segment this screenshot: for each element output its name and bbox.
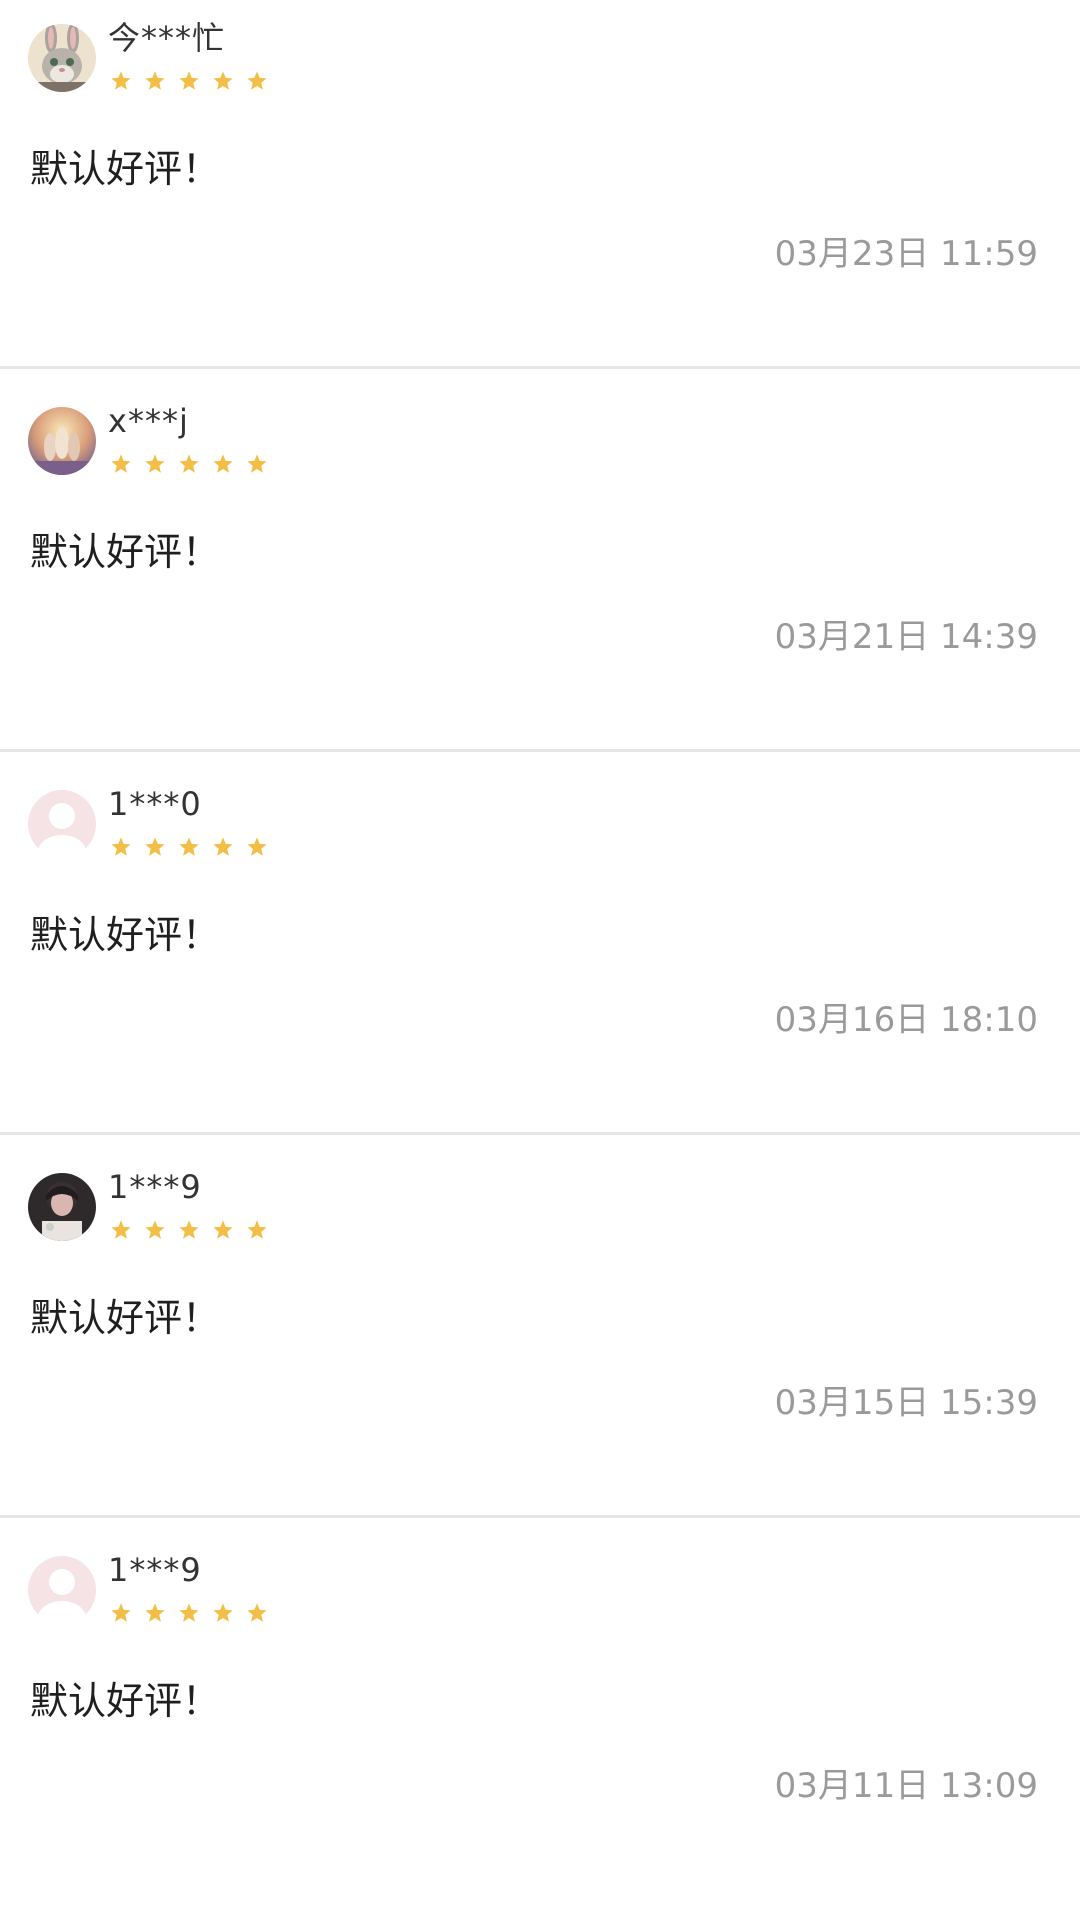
- star-icon: [145, 1220, 165, 1239]
- star-icon: [247, 454, 267, 473]
- review-text: 默认好评！: [30, 530, 221, 574]
- star-icon: [111, 71, 131, 90]
- star-icon: [247, 71, 267, 90]
- star-icon: [247, 1603, 267, 1622]
- star-icon: [247, 1220, 267, 1239]
- star-icon: [213, 1603, 233, 1622]
- review-text: 默认好评！: [30, 913, 221, 957]
- star-icon: [145, 71, 165, 90]
- default-avatar-icon: [28, 1556, 96, 1624]
- star-icon: [145, 454, 165, 473]
- star-rating: [110, 70, 268, 92]
- star-rating: [110, 836, 268, 858]
- star-icon: [179, 1603, 199, 1622]
- review-timestamp: 03月16日 18:10: [774, 1000, 1038, 1040]
- star-rating: [110, 453, 268, 475]
- photo-avatar-icon: [28, 407, 96, 475]
- star-rating: [110, 1602, 268, 1624]
- review-text: 默认好评！: [30, 147, 221, 191]
- review-item[interactable]: 今***忙 默认好评！ 03月23日 11:59: [0, 0, 1080, 369]
- review-text: 默认好评！: [30, 1296, 221, 1340]
- star-icon: [247, 837, 267, 856]
- review-list: 今***忙 默认好评！ 03月23日 11:59 x***j 默认好评！ 03月…: [0, 0, 1080, 1898]
- star-icon: [111, 454, 131, 473]
- star-icon: [145, 837, 165, 856]
- star-icon: [111, 1220, 131, 1239]
- username: 1***9: [108, 1168, 202, 1206]
- star-icon: [213, 454, 233, 473]
- review-text: 默认好评！: [30, 1679, 221, 1723]
- star-icon: [179, 454, 199, 473]
- bunny-avatar-icon: [28, 24, 96, 92]
- star-icon: [179, 71, 199, 90]
- username: 1***9: [108, 1551, 202, 1589]
- review-item[interactable]: 1***9 默认好评！ 03月15日 15:39: [0, 1145, 1080, 1518]
- star-icon: [145, 1603, 165, 1622]
- avatar[interactable]: [28, 1556, 96, 1624]
- review-timestamp: 03月15日 15:39: [774, 1383, 1038, 1423]
- star-icon: [179, 837, 199, 856]
- username: 今***忙: [108, 19, 226, 57]
- username: 1***0: [108, 785, 202, 823]
- avatar[interactable]: [28, 1173, 96, 1241]
- review-item[interactable]: x***j 默认好评！ 03月21日 14:39: [0, 379, 1080, 752]
- star-rating: [110, 1219, 268, 1241]
- avatar[interactable]: [28, 790, 96, 858]
- star-icon: [213, 71, 233, 90]
- star-icon: [213, 1220, 233, 1239]
- avatar[interactable]: [28, 407, 96, 475]
- default-avatar-icon: [28, 790, 96, 858]
- avatar[interactable]: [28, 24, 96, 92]
- review-timestamp: 03月21日 14:39: [774, 617, 1038, 657]
- review-timestamp: 03月23日 11:59: [774, 234, 1038, 274]
- portrait-avatar-icon: [28, 1173, 96, 1241]
- review-timestamp: 03月11日 13:09: [774, 1766, 1038, 1806]
- star-icon: [111, 837, 131, 856]
- star-icon: [213, 837, 233, 856]
- review-item[interactable]: 1***0 默认好评！ 03月16日 18:10: [0, 762, 1080, 1135]
- username: x***j: [108, 402, 189, 440]
- star-icon: [179, 1220, 199, 1239]
- star-icon: [111, 1603, 131, 1622]
- review-item[interactable]: 1***9 默认好评！ 03月11日 13:09: [0, 1528, 1080, 1898]
